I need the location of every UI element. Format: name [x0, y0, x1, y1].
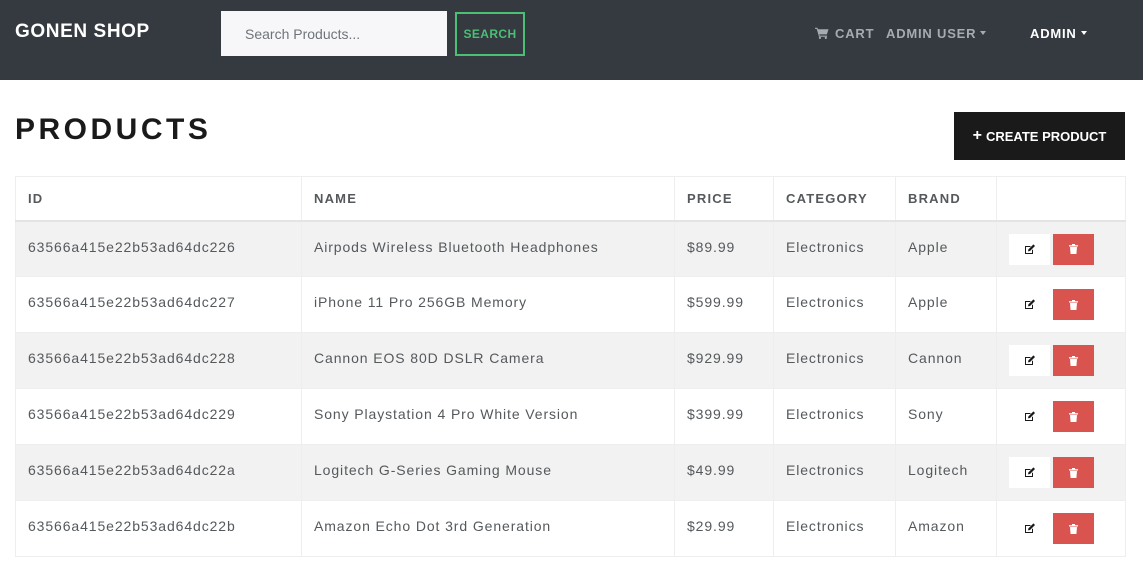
edit-icon: [1024, 355, 1035, 365]
table-row: 63566a415e22b53ad64dc227 iPhone 11 Pro 2…: [15, 276, 1126, 333]
cell-price: $49.99: [674, 444, 774, 501]
cell-brand: Sony: [895, 388, 997, 445]
delete-button[interactable]: [1053, 289, 1094, 320]
plus-icon: +: [972, 127, 982, 144]
column-header-category: CATEGORY: [773, 176, 896, 222]
cell-name: Sony Playstation 4 Pro White Version: [301, 388, 675, 445]
cell-price: $399.99: [674, 388, 774, 445]
cell-name: iPhone 11 Pro 256GB Memory: [301, 276, 675, 333]
trash-icon: [1069, 244, 1078, 254]
cell-category: Electronics: [773, 276, 896, 333]
cell-name: Airpods Wireless Bluetooth Headphones: [301, 220, 675, 277]
cell-actions: [996, 276, 1126, 333]
column-header-brand: BRAND: [895, 176, 997, 222]
caret-down-icon: [980, 31, 987, 35]
table-header-row: ID NAME PRICE CATEGORY BRAND: [15, 176, 1126, 222]
caret-down-icon: [1080, 31, 1087, 35]
cell-price: $929.99: [674, 332, 774, 389]
create-product-button[interactable]: + CREATE PRODUCT: [954, 112, 1125, 160]
cell-actions: [996, 388, 1126, 445]
edit-button[interactable]: [1009, 513, 1050, 544]
edit-button[interactable]: [1009, 233, 1050, 265]
edit-icon: [1024, 411, 1035, 421]
cell-id: 63566a415e22b53ad64dc226: [15, 220, 302, 277]
search-button[interactable]: SEARCH: [455, 12, 525, 56]
edit-button[interactable]: [1009, 345, 1050, 376]
cell-actions: [996, 332, 1126, 389]
shopping-cart-icon: [815, 27, 829, 39]
admin-dropdown[interactable]: ADMIN: [1030, 25, 1087, 41]
create-product-label: CREATE PRODUCT: [985, 128, 1107, 144]
trash-icon: [1069, 523, 1078, 534]
cell-name: Cannon EOS 80D DSLR Camera: [301, 332, 675, 389]
products-table: ID NAME PRICE CATEGORY BRAND 63566a415e2…: [15, 176, 1126, 557]
cell-id: 63566a415e22b53ad64dc229: [15, 388, 302, 445]
delete-button[interactable]: [1053, 513, 1094, 544]
cell-brand: Apple: [895, 220, 997, 277]
cell-actions: [996, 500, 1126, 557]
delete-button[interactable]: [1053, 401, 1094, 432]
cell-actions: [996, 220, 1126, 277]
table-row: 63566a415e22b53ad64dc22a Logitech G-Seri…: [15, 444, 1126, 501]
cell-price: $29.99: [674, 500, 774, 557]
cart-link[interactable]: CART: [815, 25, 874, 41]
edit-button[interactable]: [1009, 457, 1050, 488]
edit-icon: [1024, 299, 1035, 309]
cell-brand: Apple: [895, 276, 997, 333]
trash-icon: [1069, 411, 1078, 422]
cell-brand: Cannon: [895, 332, 997, 389]
admin-user-dropdown[interactable]: ADMIN USER: [886, 25, 987, 41]
page-title: PRODUCTS: [15, 113, 212, 146]
cell-id: 63566a415e22b53ad64dc22b: [15, 500, 302, 557]
cell-category: Electronics: [773, 220, 896, 277]
cell-name: Amazon Echo Dot 3rd Generation: [301, 500, 675, 557]
delete-button[interactable]: [1053, 457, 1094, 488]
delete-button[interactable]: [1053, 233, 1094, 265]
cell-category: Electronics: [773, 500, 896, 557]
edit-icon: [1024, 523, 1035, 533]
cell-price: $89.99: [674, 220, 774, 277]
column-header-id: ID: [15, 176, 302, 222]
trash-icon: [1069, 467, 1078, 478]
cart-label: CART: [835, 25, 875, 41]
table-row: 63566a415e22b53ad64dc229 Sony Playstatio…: [15, 388, 1126, 445]
cell-id: 63566a415e22b53ad64dc22a: [15, 444, 302, 501]
column-header-name: NAME: [301, 176, 675, 222]
edit-button[interactable]: [1009, 401, 1050, 432]
brand-logo[interactable]: GONEN SHOP: [15, 21, 150, 43]
cell-category: Electronics: [773, 332, 896, 389]
table-row: 63566a415e22b53ad64dc226 Airpods Wireles…: [15, 220, 1126, 277]
edit-icon: [1024, 243, 1035, 254]
cell-actions: [996, 444, 1126, 501]
navbar: GONEN SHOP SEARCH CART ADMIN USER ADMIN: [0, 0, 1143, 80]
admin-label: ADMIN: [1030, 25, 1077, 41]
table-row: 63566a415e22b53ad64dc228 Cannon EOS 80D …: [15, 332, 1126, 389]
cell-name: Logitech G-Series Gaming Mouse: [301, 444, 675, 501]
table-row: 63566a415e22b53ad64dc22b Amazon Echo Dot…: [15, 500, 1126, 557]
cell-brand: Logitech: [895, 444, 997, 501]
cell-category: Electronics: [773, 388, 896, 445]
edit-icon: [1024, 467, 1035, 477]
column-header-price: PRICE: [674, 176, 774, 222]
trash-icon: [1069, 299, 1078, 310]
cell-category: Electronics: [773, 444, 896, 501]
cell-id: 63566a415e22b53ad64dc227: [15, 276, 302, 333]
edit-button[interactable]: [1009, 289, 1050, 320]
column-header-actions: [996, 176, 1126, 222]
delete-button[interactable]: [1053, 345, 1094, 376]
cell-price: $599.99: [674, 276, 774, 333]
admin-user-label: ADMIN USER: [886, 25, 977, 41]
cell-id: 63566a415e22b53ad64dc228: [15, 332, 302, 389]
cell-brand: Amazon: [895, 500, 997, 557]
search-input[interactable]: [221, 11, 447, 56]
trash-icon: [1069, 355, 1078, 366]
